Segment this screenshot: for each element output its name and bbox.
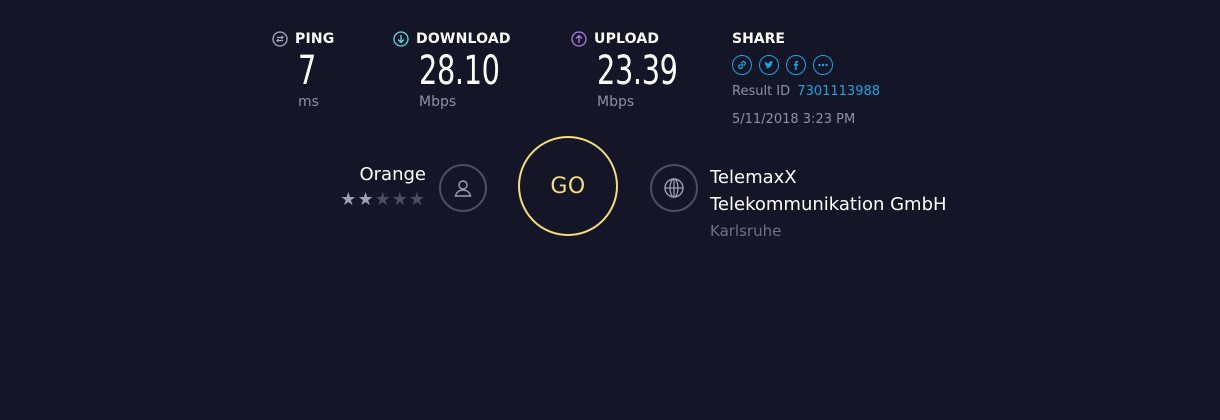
download-metric: DOWNLOAD 28.10 Mbps <box>393 30 531 110</box>
isp-name: Orange <box>359 164 426 185</box>
upload-unit: Mbps <box>597 94 635 110</box>
user-icon <box>454 180 472 197</box>
isp-rating-stars[interactable]: ★★★★★ <box>300 190 426 210</box>
download-arrow-icon <box>393 31 409 47</box>
rating-star-icon[interactable]: ★ <box>340 189 357 210</box>
rating-star-icon[interactable]: ★ <box>357 189 374 210</box>
upload-arrow-icon <box>571 31 587 47</box>
more-icon[interactable] <box>813 55 833 75</box>
result-id-row: Result ID 7301113988 <box>732 84 880 99</box>
ping-metric: PING 7 ms <box>272 30 334 110</box>
download-value: 28.10 <box>419 48 500 94</box>
rating-star-icon[interactable]: ★ <box>392 189 409 210</box>
upload-label: UPLOAD <box>594 31 660 47</box>
isp-info: Orange ★★★★★ <box>300 164 426 210</box>
ping-icon <box>272 31 288 47</box>
link-icon[interactable] <box>732 55 752 75</box>
upload-value: 23.39 <box>597 48 678 94</box>
rating-star-icon[interactable]: ★ <box>375 189 392 210</box>
speedtest-result-page: PING 7 ms DOWNLOAD 28.10 Mbps UPLOAD 23.… <box>0 0 1220 420</box>
ping-unit: ms <box>298 94 319 110</box>
share-label: SHARE <box>732 31 785 47</box>
server-name-line1: TelemaxX <box>710 167 797 188</box>
twitter-icon[interactable] <box>759 55 779 75</box>
go-button-label: GO <box>550 173 586 199</box>
download-label: DOWNLOAD <box>416 31 511 47</box>
ping-label: PING <box>295 31 335 47</box>
rating-star-icon[interactable]: ★ <box>409 189 426 210</box>
ping-value: 7 <box>298 48 316 94</box>
change-isp-button[interactable] <box>439 164 487 212</box>
facebook-icon[interactable] <box>786 55 806 75</box>
globe-icon <box>664 178 684 198</box>
result-id-label: Result ID <box>732 84 791 99</box>
result-date: 5/11/2018 3:23 PM <box>732 112 856 127</box>
server-name-line2: Telekommunikation GmbH <box>710 194 947 215</box>
server-info: TelemaxX Telekommunikation GmbH Karlsruh… <box>710 164 947 240</box>
change-server-button[interactable] <box>650 164 698 212</box>
share-icons <box>732 55 880 75</box>
ping-header: PING <box>272 30 334 48</box>
upload-header: UPLOAD <box>571 30 709 48</box>
share-panel: SHARE Result ID 7301113988 5/11/2018 3:2… <box>732 30 880 127</box>
download-header: DOWNLOAD <box>393 30 531 48</box>
download-unit: Mbps <box>419 94 457 110</box>
result-id-link[interactable]: 7301113988 <box>797 84 880 99</box>
go-button[interactable]: GO <box>518 136 618 236</box>
upload-metric: UPLOAD 23.39 Mbps <box>571 30 709 110</box>
server-location: Karlsruhe <box>710 222 782 240</box>
